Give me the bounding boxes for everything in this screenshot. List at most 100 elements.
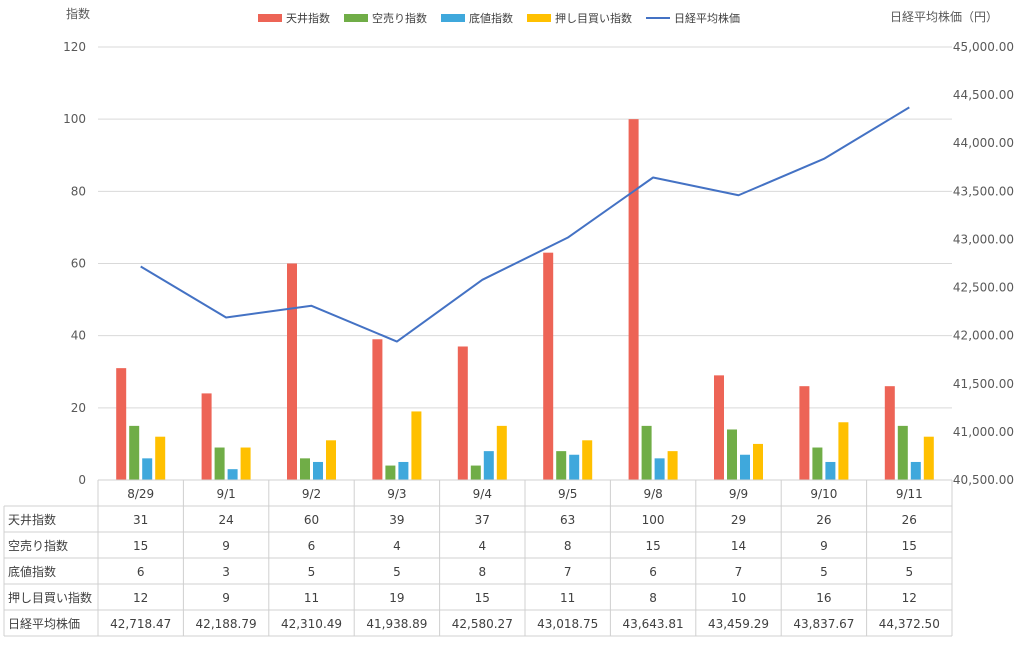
table-cell: 8	[649, 591, 657, 605]
category-label: 9/11	[896, 487, 923, 501]
bar	[667, 451, 678, 480]
table-cell: 43,459.29	[708, 617, 769, 631]
bar	[142, 458, 153, 480]
legend-entry: 底値指数	[469, 11, 513, 25]
bar	[582, 440, 593, 480]
left-tick-label: 0	[78, 473, 86, 487]
bar	[556, 451, 567, 480]
table-cell: 5	[308, 565, 316, 579]
bar	[799, 386, 810, 480]
left-tick-label: 80	[71, 184, 86, 198]
table-cell: 4	[478, 539, 486, 553]
table-cell: 43,837.67	[793, 617, 854, 631]
legend-swatch	[527, 14, 551, 22]
table-cell: 19	[389, 591, 404, 605]
table-cell: 37	[475, 513, 490, 527]
bar	[641, 425, 652, 480]
category-label: 9/10	[810, 487, 837, 501]
data-table: 8/29 9/1 9/2 9/3 9/4 9/5 9/8 9/9 9/10 9/11天井指数 31 2…	[3, 479, 953, 637]
bar	[398, 461, 409, 480]
bar	[923, 436, 934, 480]
table-cell: 5	[393, 565, 401, 579]
bar	[457, 346, 468, 480]
chart: 指数 日経平均株価（円） 0 20 40 60 80 100 120 40,500.00 41,…	[3, 6, 1014, 637]
table-cell: 14	[731, 539, 746, 553]
bar	[483, 451, 494, 480]
bar	[116, 368, 127, 480]
table-cell: 7	[564, 565, 572, 579]
table-cell: 5	[905, 565, 913, 579]
left-axis-title: 指数	[66, 6, 90, 21]
left-tick-label: 100	[63, 112, 86, 126]
right-axis-title: 日経平均株価（円）	[890, 9, 998, 24]
category-label: 9/1	[216, 487, 235, 501]
table-cell: 26	[902, 513, 917, 527]
bar	[129, 425, 140, 480]
bar	[214, 447, 225, 480]
bar	[227, 469, 238, 480]
bar	[825, 461, 836, 480]
category-label: 9/4	[473, 487, 492, 501]
bar	[654, 458, 665, 480]
bar	[155, 436, 166, 480]
table-cell: 11	[304, 591, 319, 605]
table-row-header: 底値指数	[8, 564, 56, 579]
right-tick-label: 43,500.00	[953, 184, 1014, 198]
table-cell: 6	[137, 565, 145, 579]
bar	[910, 461, 921, 480]
table-cell: 3	[222, 565, 230, 579]
category-label: 9/9	[729, 487, 748, 501]
table-cell: 6	[649, 565, 657, 579]
bar	[496, 425, 507, 480]
table-cell: 15	[645, 539, 660, 553]
bar	[240, 447, 251, 480]
left-tick-label: 60	[71, 257, 86, 271]
table-cell: 60	[304, 513, 319, 527]
left-tick-label: 40	[71, 329, 86, 343]
table-cell: 29	[731, 513, 746, 527]
category-label: 9/5	[558, 487, 577, 501]
table-cell: 5	[820, 565, 828, 579]
bar	[897, 425, 908, 480]
table-cell: 11	[560, 591, 575, 605]
table-row-header: 空売り指数	[8, 538, 68, 553]
table-cell: 42,310.49	[281, 617, 342, 631]
bar	[385, 465, 396, 480]
bar	[727, 429, 737, 480]
table-cell: 43,643.81	[623, 617, 684, 631]
category-label: 9/3	[387, 487, 406, 501]
legend-swatch	[344, 14, 368, 22]
right-tick-label: 40,500.00	[953, 473, 1014, 487]
bar	[287, 263, 297, 480]
legend-entry: 空売り指数	[372, 11, 427, 25]
bar	[838, 422, 849, 480]
bar	[201, 393, 212, 480]
table-cell: 44,372.50	[879, 617, 940, 631]
right-tick-label: 45,000.00	[953, 40, 1014, 54]
right-tick-label: 44,500.00	[953, 88, 1014, 102]
bar	[740, 454, 750, 480]
table-cell: 26	[816, 513, 831, 527]
right-tick-label: 42,500.00	[953, 281, 1014, 295]
table-cell: 6	[308, 539, 316, 553]
table-cell: 24	[218, 513, 233, 527]
bar	[313, 461, 323, 480]
table-cell: 9	[222, 591, 230, 605]
table-cell: 4	[393, 539, 401, 553]
table-cell: 7	[735, 565, 743, 579]
category-label: 9/8	[643, 487, 662, 501]
table-cell: 41,938.89	[366, 617, 427, 631]
bar-series	[116, 119, 934, 481]
table-cell: 8	[478, 565, 486, 579]
table-cell: 15	[902, 539, 917, 553]
legend: 天井指数 空売り指数 底値指数 押し目買い指数 日経平均株価	[258, 11, 740, 25]
gridlines	[98, 46, 952, 481]
table-row-header: 天井指数	[8, 512, 56, 527]
left-tick-label: 20	[71, 401, 86, 415]
table-cell: 42,580.27	[452, 617, 513, 631]
bar	[470, 465, 481, 480]
right-tick-label: 41,500.00	[953, 377, 1014, 391]
legend-entry: 天井指数	[286, 11, 330, 25]
bar	[411, 411, 422, 480]
table-cell: 31	[133, 513, 148, 527]
